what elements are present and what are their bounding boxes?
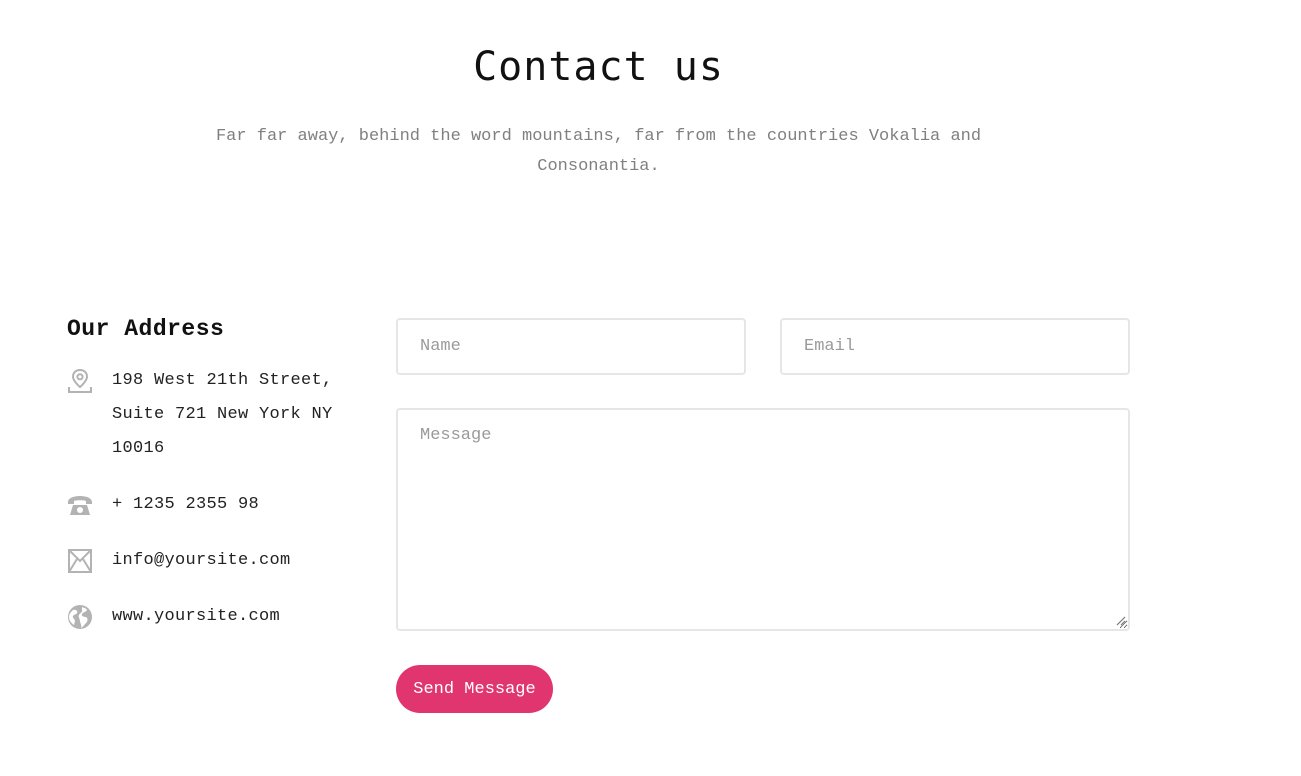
address-text: 198 West 21th Street, Suite 721 New York… (112, 371, 333, 458)
message-textarea[interactable] (396, 408, 1130, 631)
phone-icon (67, 492, 93, 518)
email-input[interactable] (780, 318, 1130, 375)
send-message-button[interactable]: Send Message (396, 665, 553, 713)
map-pin-icon (67, 368, 93, 394)
phone-text: + 1235 2355 98 (112, 495, 260, 514)
address-title: Our Address (67, 316, 225, 342)
contact-page: Contact us Far far away, behind the word… (0, 0, 1301, 776)
address-row: 198 West 21th Street, Suite 721 New York… (67, 364, 337, 466)
envelope-icon (67, 548, 93, 574)
email-row: info@yoursite.com (67, 544, 367, 578)
name-input[interactable] (396, 318, 746, 375)
phone-row: + 1235 2355 98 (67, 488, 367, 522)
address-panel: Our Address 198 West 21th Street, Suite … (67, 316, 367, 634)
globe-icon (67, 604, 93, 630)
website-row: www.yoursite.com (67, 600, 367, 634)
email-text: info@yoursite.com (112, 551, 291, 570)
website-text: www.yoursite.com (112, 607, 281, 626)
page-subtitle: Far far away, behind the word mountains,… (215, 127, 982, 176)
page-title: Contact us (473, 44, 724, 90)
